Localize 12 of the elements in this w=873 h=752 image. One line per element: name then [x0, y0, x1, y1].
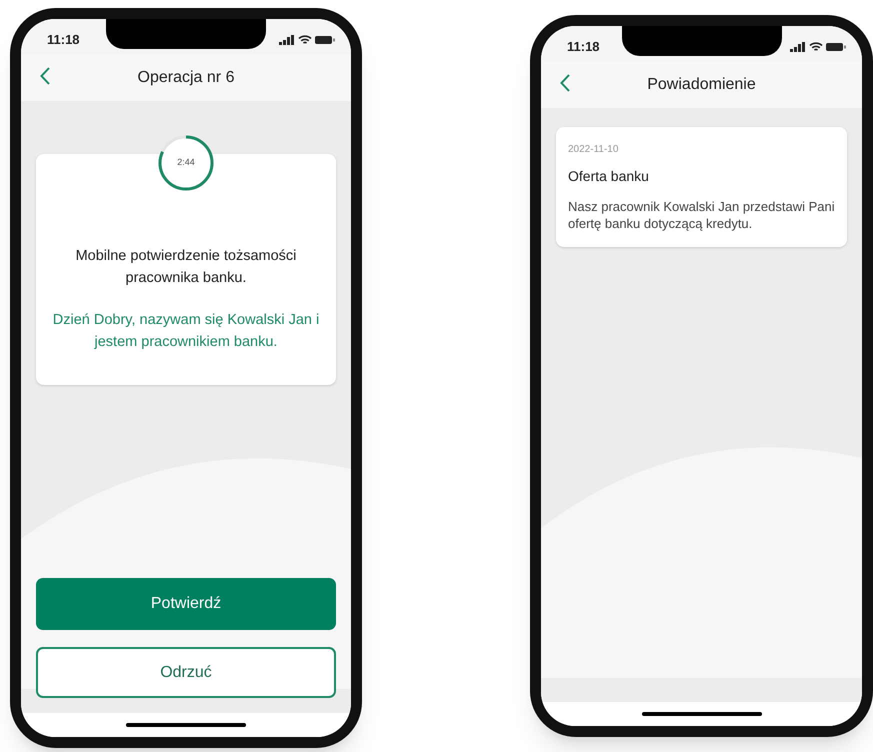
- screen-title: Operacja nr 6: [138, 68, 234, 88]
- notification-title: Oferta banku: [568, 167, 650, 186]
- status-time: 11:18: [567, 38, 600, 56]
- status-time: 11:18: [47, 30, 80, 49]
- notification-date: 2022-11-10: [568, 143, 620, 157]
- card-heading: Mobilne potwierdzenie tożsamości pracownika banku.: [74, 247, 298, 288]
- confirm-button[interactable]: Potwierdź: [36, 578, 336, 630]
- reject-button[interactable]: Odrzuć: [36, 647, 336, 698]
- notification-body: Nasz pracownik Kowalski Jan przedstawi Pani ofertę banku dotyczącą kredytu.: [568, 198, 835, 232]
- employee-message: Dzień Dobry, nazywam się Kowalski Jan i jestem pracownikiem banku.: [52, 311, 320, 352]
- timer-text: 2:44: [177, 156, 195, 170]
- screen-title: Powiadomienie: [647, 74, 756, 94]
